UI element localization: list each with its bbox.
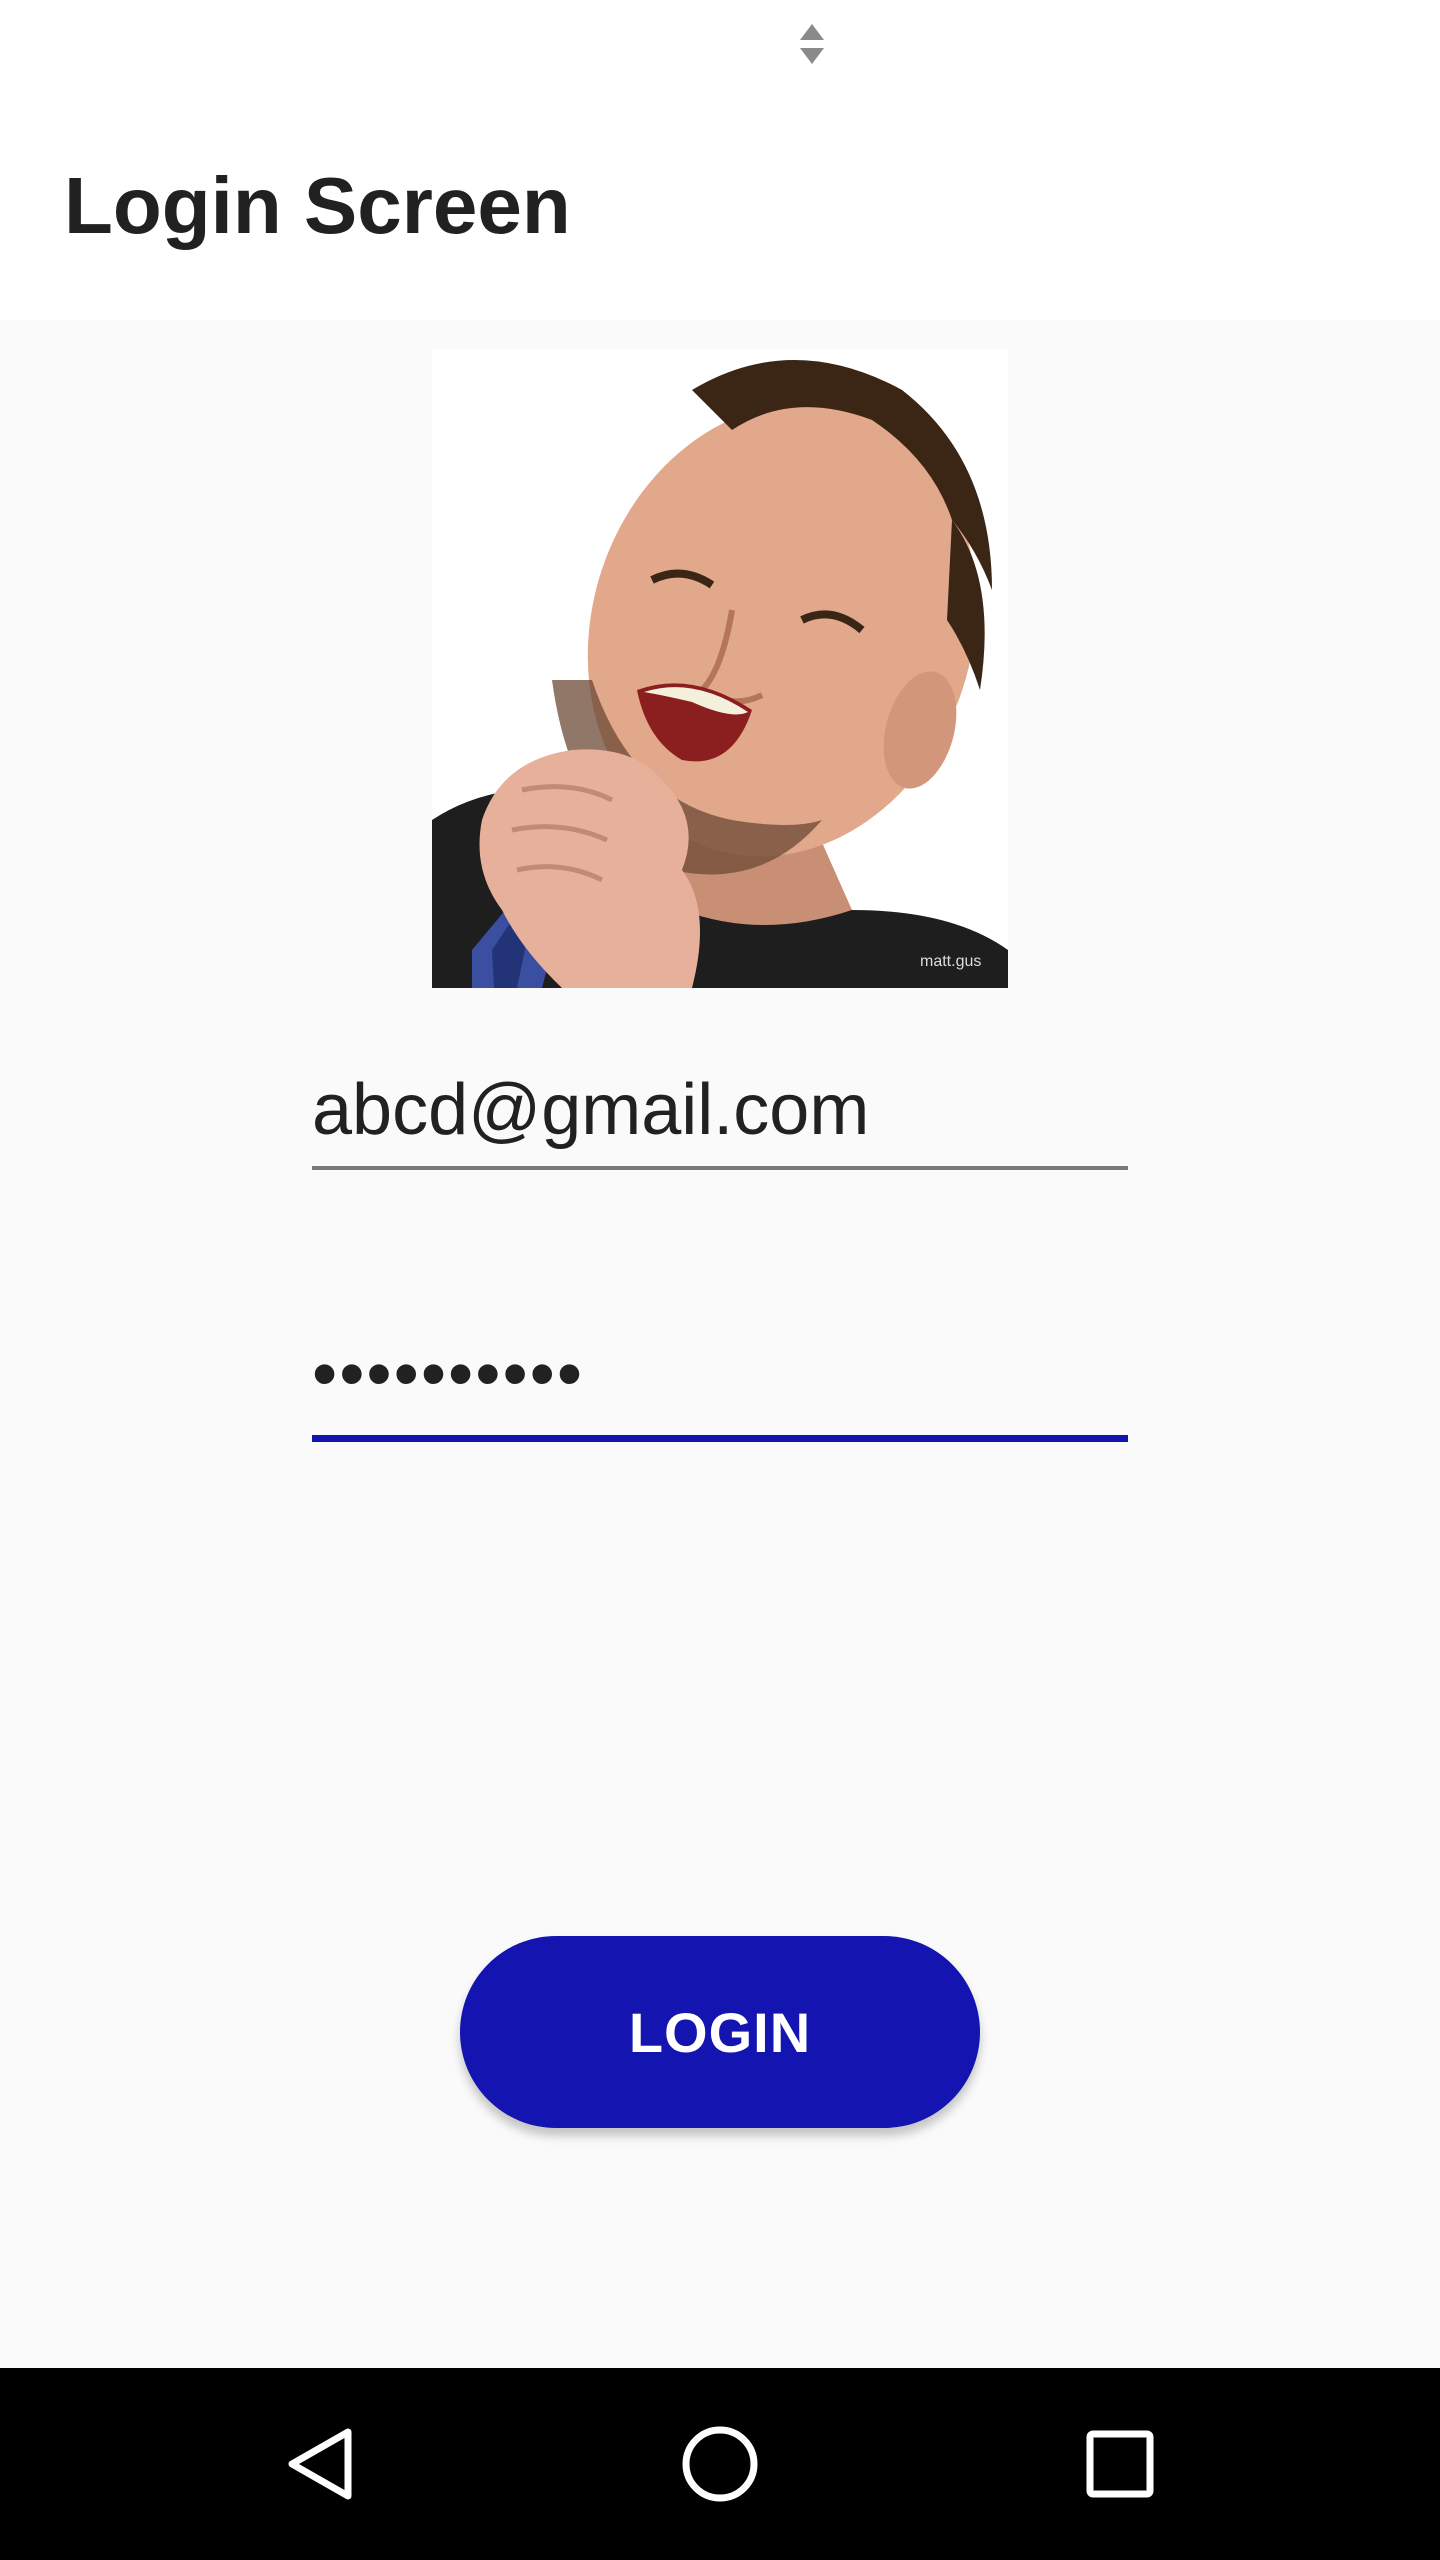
system-nav-bar [0,2368,1440,2560]
watermark-text: matt.gus [920,953,981,970]
profile-image: matt.gus [432,350,1008,988]
profile-photo: matt.gus [432,350,1008,988]
recents-button[interactable] [1060,2404,1180,2524]
recents-square-icon [1086,2430,1154,2498]
email-underline [312,1166,1128,1170]
password-underline-focused [312,1435,1128,1442]
email-input[interactable]: abcd@gmail.com [312,1060,1128,1160]
page-title: Login Screen [64,161,571,250]
home-button[interactable] [660,2404,780,2524]
email-field[interactable]: abcd@gmail.com [312,1060,1128,1170]
back-button[interactable] [262,2404,382,2524]
password-field[interactable]: •••••••••• [312,1310,1128,1442]
home-circle-icon [682,2426,758,2502]
login-button[interactable]: LOGIN [460,1936,980,2128]
login-button-label: LOGIN [628,2000,812,2064]
password-input[interactable]: •••••••••• [312,1324,1128,1424]
status-bar [0,0,1440,96]
back-triangle-icon [288,2428,352,2500]
sort-arrows-icon [800,24,824,64]
app-bar: Login Screen [0,96,1440,320]
